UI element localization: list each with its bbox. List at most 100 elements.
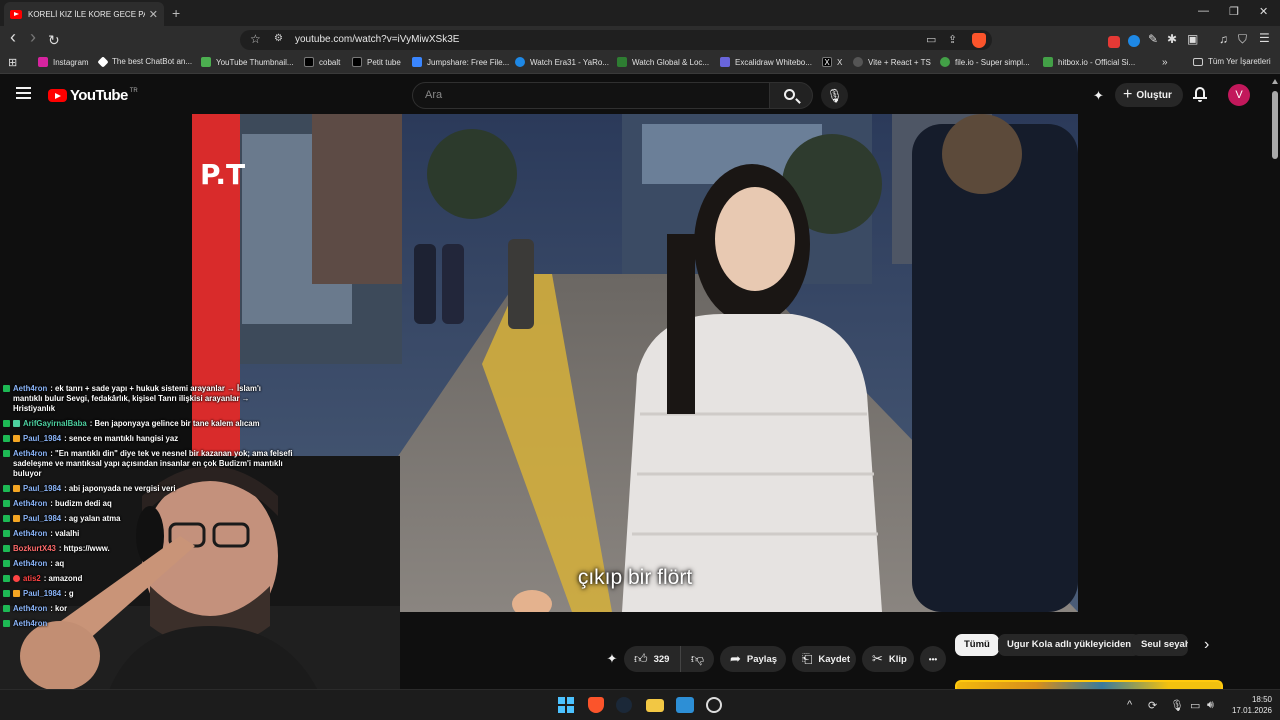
- forward-icon[interactable]: ›: [30, 28, 36, 46]
- start-button-icon[interactable]: [558, 697, 574, 713]
- bookmark-icon: [412, 57, 422, 67]
- chat-text: : valalhi: [50, 529, 80, 538]
- extension-pen-icon[interactable]: ✎: [1148, 32, 1158, 46]
- minimize-icon[interactable]: —: [1198, 5, 1209, 17]
- file-explorer-icon[interactable]: [646, 699, 664, 712]
- bookmark-item[interactable]: Jumpshare: Free File...: [412, 57, 509, 67]
- bookmark-item[interactable]: Instagram: [38, 57, 89, 67]
- maximize-icon[interactable]: ❐: [1229, 5, 1239, 18]
- chip-seoul-travel[interactable]: Seul seyah: [1132, 634, 1188, 656]
- volume-icon[interactable]: 🔊︎: [1207, 699, 1214, 712]
- chip-from-uploader[interactable]: Ugur Kola adlı yükleyiciden: [998, 634, 1141, 656]
- menu-icon[interactable]: ☰: [1259, 31, 1270, 45]
- media-icon[interactable]: ♫: [1219, 32, 1228, 46]
- bookmark-label: Petit tube: [367, 57, 401, 67]
- voice-search-button[interactable]: 🎙︎: [821, 82, 848, 109]
- bookmark-item[interactable]: YouTube Thumbnail...: [201, 57, 294, 67]
- guide-menu-icon[interactable]: [16, 87, 31, 99]
- reload-icon[interactable]: ↻: [48, 32, 60, 48]
- more-actions-button[interactable]: •••: [920, 646, 946, 672]
- new-tab-button[interactable]: +: [172, 5, 180, 21]
- cast-icon[interactable]: ▭: [926, 33, 936, 46]
- bookmark-icon: [515, 57, 525, 67]
- chat-text: : g: [64, 589, 74, 598]
- bookmark-label: The best ChatBot an...: [112, 57, 193, 66]
- network-icon[interactable]: ▭: [1190, 699, 1200, 712]
- subscriber-badge-icon: [3, 545, 10, 552]
- vip-badge-icon: [13, 575, 20, 582]
- bookmark-item[interactable]: The best ChatBot an...: [97, 55, 193, 68]
- youtube-logo[interactable]: YouTube TR: [48, 87, 138, 104]
- bookmark-item[interactable]: XX: [822, 57, 842, 67]
- close-window-icon[interactable]: ✕: [1259, 5, 1268, 18]
- chips-next-icon[interactable]: ›: [1195, 634, 1218, 656]
- clip-button[interactable]: ✂ Klip: [862, 646, 914, 672]
- browser-tab-active[interactable]: KORELİ KIZ İLE KORE GECE PA ✕: [4, 2, 164, 26]
- extension-badge-icon[interactable]: [1108, 36, 1120, 48]
- bookmark-label: YouTube Thumbnail...: [216, 57, 294, 67]
- create-button[interactable]: + Oluştur: [1115, 83, 1183, 107]
- scroll-up-icon[interactable]: [1272, 79, 1278, 84]
- bookmark-item[interactable]: Excalidraw Whitebo...: [720, 57, 812, 67]
- bookmark-item[interactable]: Watch Era31 - YaRo...: [515, 57, 609, 67]
- scrollbar-thumb[interactable]: [1272, 91, 1278, 159]
- bookmark-item[interactable]: Vite + React + TS: [853, 57, 931, 67]
- system-clock[interactable]: 18:50 17.01.2026: [1226, 694, 1272, 716]
- photos-app-icon[interactable]: [676, 697, 694, 713]
- bookmark-label: X: [837, 57, 843, 67]
- tab-close-icon[interactable]: ✕: [149, 8, 158, 21]
- vpn-shield-icon[interactable]: ⛉: [1238, 32, 1247, 47]
- bookmark-item[interactable]: cobalt: [304, 57, 340, 67]
- brave-shields-icon[interactable]: [972, 33, 986, 48]
- chat-username: Paul_1984: [23, 434, 62, 443]
- apps-grid-icon[interactable]: ⊞: [8, 56, 17, 69]
- chat-message: Aeth4ron: kor: [0, 604, 300, 614]
- sidebar-icon[interactable]: ▣: [1187, 32, 1198, 46]
- tray-overflow-icon[interactable]: ^: [1127, 699, 1132, 711]
- app-icon[interactable]: [706, 697, 722, 713]
- site-settings-icon[interactable]: ⚙: [274, 33, 283, 44]
- bookmark-item[interactable]: Petit tube: [352, 57, 401, 67]
- extension-blue-icon[interactable]: [1128, 35, 1140, 47]
- ai-sparkle-icon[interactable]: ✦: [1093, 88, 1104, 104]
- microphone-tray-icon[interactable]: 🎙︎: [1170, 699, 1184, 712]
- like-button[interactable]: 👍︎ 329: [624, 646, 680, 672]
- steam-icon[interactable]: [616, 697, 632, 713]
- page-scrollbar[interactable]: [1270, 75, 1280, 685]
- dislike-button[interactable]: 👎︎: [680, 646, 714, 672]
- bookmark-item[interactable]: hitbox.io - Official Si...: [1043, 57, 1135, 67]
- bookmark-page-icon[interactable]: ☆: [250, 32, 261, 46]
- avatar[interactable]: V: [1228, 84, 1250, 106]
- all-bookmarks-folder[interactable]: Tüm Yer İşaretleri: [1193, 57, 1271, 66]
- chat-message: Paul_1984: abi japonyada ne vergisi veri: [0, 484, 300, 494]
- create-label: Oluştur: [1136, 89, 1172, 101]
- share-button[interactable]: ➦ Paylaş: [720, 646, 786, 672]
- youtube-play-logo-icon: [48, 89, 67, 102]
- address-bar[interactable]: ☆ ⚙ youtube.com/watch?v=iVyMiwXSk3E ▭ ⇪: [240, 30, 992, 50]
- chip-all[interactable]: Tümü: [955, 634, 999, 656]
- sync-icon[interactable]: ⟳: [1148, 699, 1157, 712]
- tab-title: KORELİ KIZ İLE KORE GECE PA: [28, 9, 145, 19]
- search-button[interactable]: [769, 82, 813, 109]
- brave-browser-icon[interactable]: [588, 697, 604, 713]
- search-input[interactable]: Ara: [412, 82, 770, 109]
- chat-username: Aeth4ron: [13, 604, 48, 613]
- bookmark-item[interactable]: file.io - Super simpl...: [940, 57, 1030, 67]
- share-page-icon[interactable]: ⇪: [948, 33, 957, 46]
- url-text[interactable]: youtube.com/watch?v=iVyMiwXSk3E: [295, 34, 459, 45]
- ai-ask-button[interactable]: ✦: [600, 646, 624, 672]
- chat-message: Paul_1984: sence en mantıklı hangisi yaz: [0, 434, 300, 444]
- notifications-bell-icon[interactable]: [1193, 86, 1207, 103]
- youtube-favicon-icon: [10, 9, 22, 19]
- bookmark-item[interactable]: Watch Global & Loc...: [617, 57, 709, 67]
- chat-text: : kor: [50, 604, 68, 613]
- chat-text: : Ben japonyaya gelince bir tane kalem a…: [89, 419, 260, 428]
- subscriber-badge-icon: [3, 605, 10, 612]
- bookmarks-overflow-icon[interactable]: »: [1162, 57, 1168, 68]
- extensions-puzzle-icon[interactable]: ✱: [1167, 32, 1177, 46]
- save-button[interactable]: ⎗ Kaydet: [792, 646, 856, 672]
- back-icon[interactable]: ‹: [10, 28, 16, 46]
- bookmark-icon: [97, 55, 109, 68]
- bookmark-label: Excalidraw Whitebo...: [735, 57, 812, 67]
- chat-username: Aeth4ron: [13, 384, 48, 393]
